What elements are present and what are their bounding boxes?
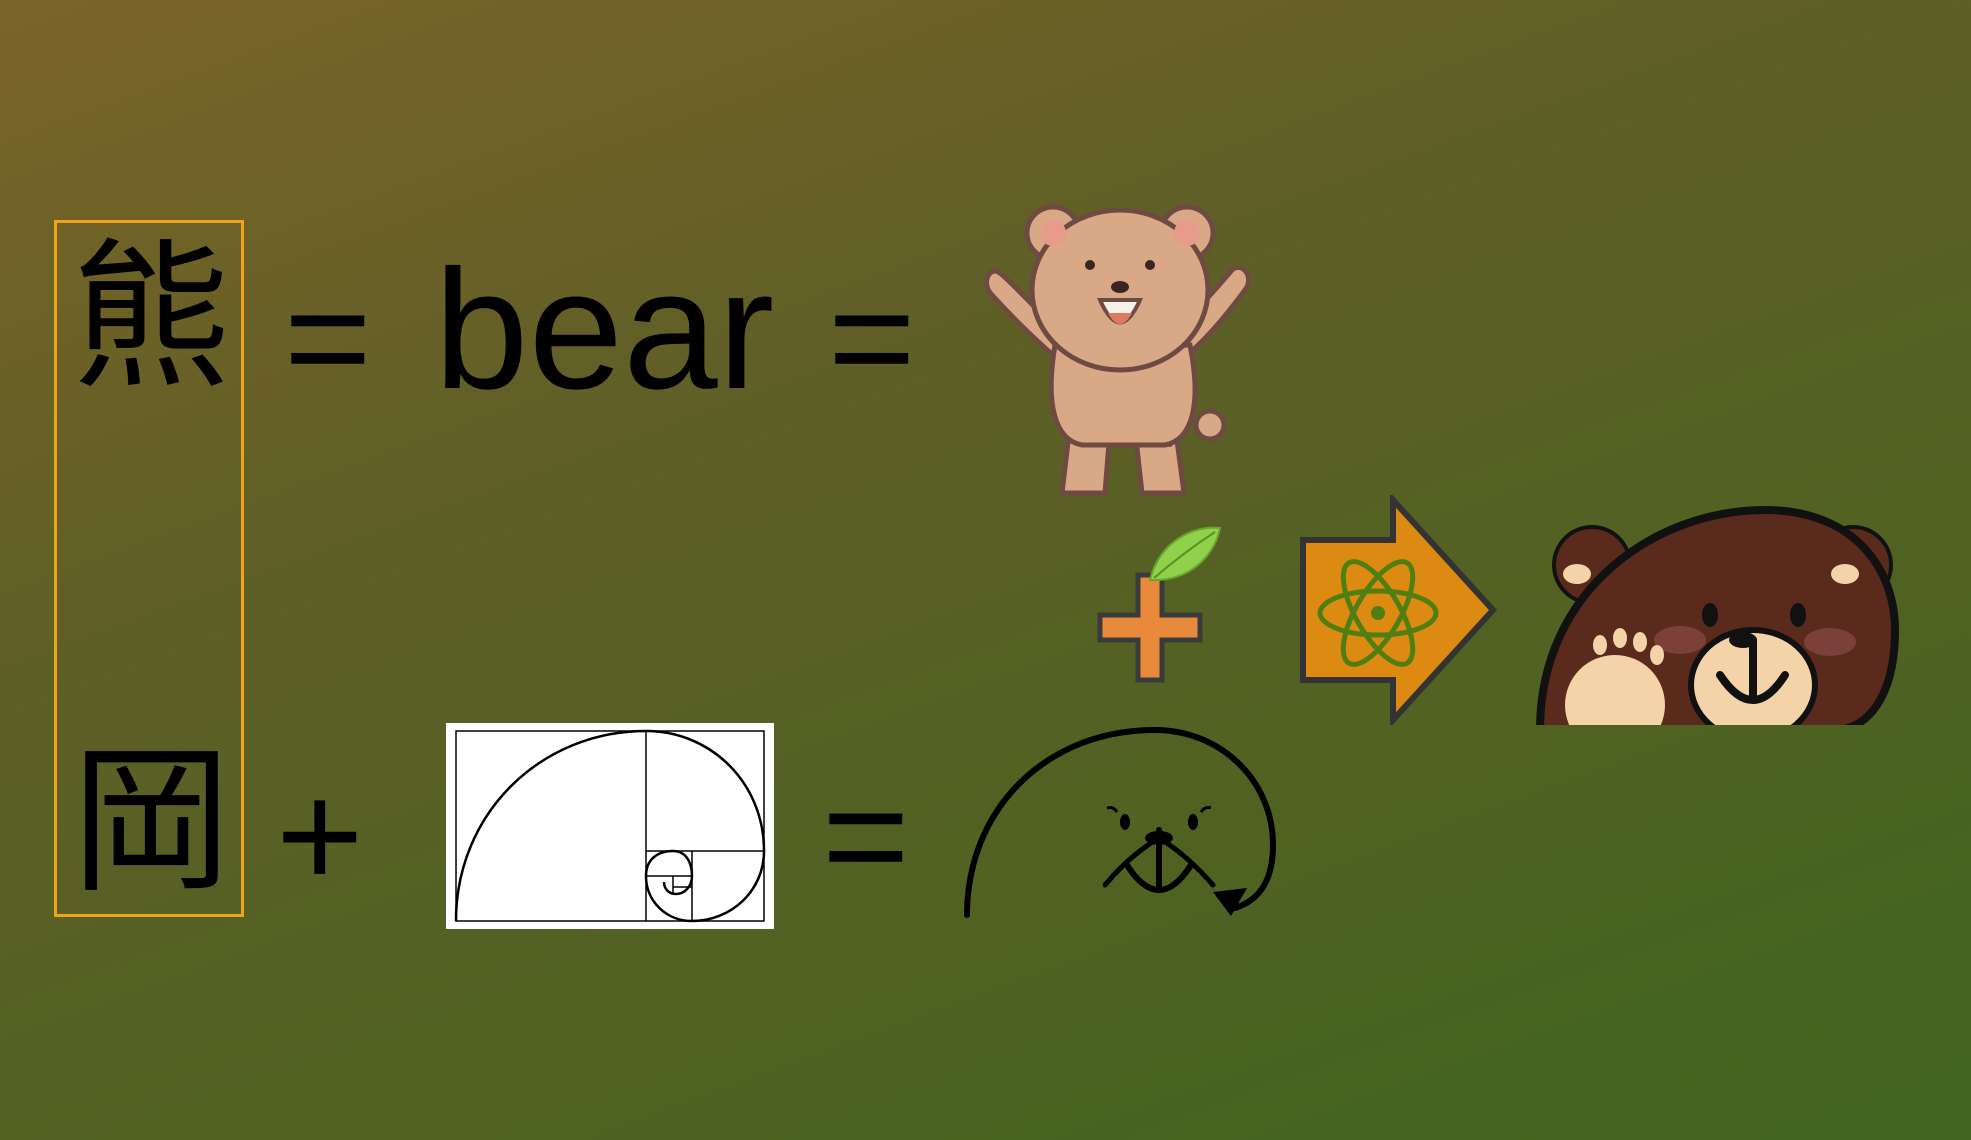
atom-arrow-icon [1298,495,1498,725]
kanji-bear: 熊 [70,224,231,411]
golden-spiral-icon [446,723,774,929]
standing-bear-icon [970,195,1280,505]
spiral-bear-face-icon [955,720,1285,920]
plus-leaf-icon [1080,520,1230,690]
kanji-oka: 岡 [70,728,231,915]
equals-sign-2: = [828,253,916,421]
slide-canvas: 熊 = bear = 岡 + = [0,0,1971,1140]
bear-face-logo-icon [1535,500,1905,725]
equals-sign-1: = [284,253,372,421]
word-bear: bear [434,235,775,425]
equals-sign-3: = [822,751,910,919]
plus-sign: + [276,751,364,919]
